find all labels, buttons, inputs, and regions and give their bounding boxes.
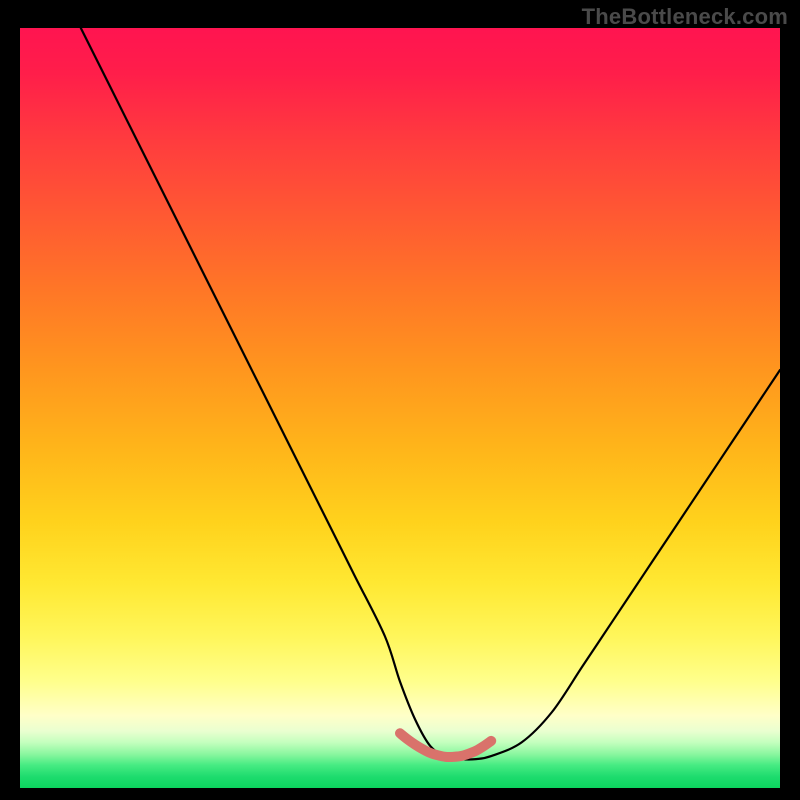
watermark-text: TheBottleneck.com (582, 4, 788, 30)
bottleneck-curve (81, 28, 780, 760)
plot-area (20, 28, 780, 788)
optimal-zone-marker (400, 733, 491, 757)
curve-layer (20, 28, 780, 788)
chart-frame: TheBottleneck.com (0, 0, 800, 800)
